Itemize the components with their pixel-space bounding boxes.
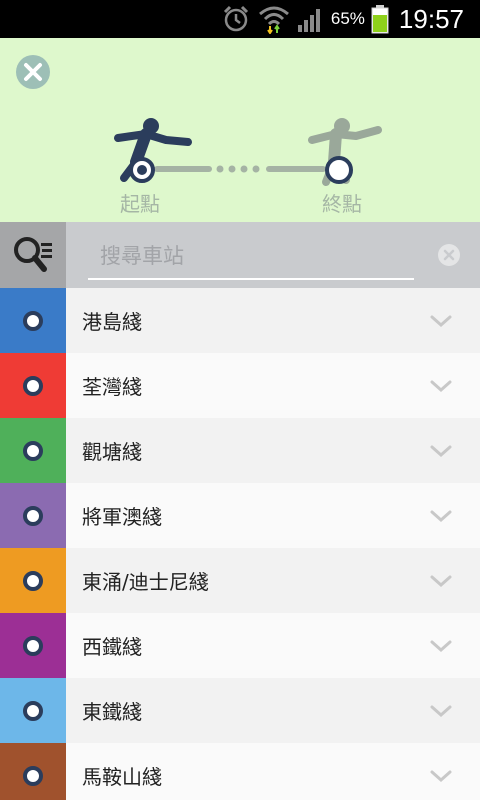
alarm-icon — [223, 5, 248, 32]
battery-icon — [371, 5, 389, 34]
line-color-swatch — [0, 743, 66, 800]
line-name: 西鐵綫 — [82, 635, 142, 659]
line-name: 馬鞍山綫 — [82, 765, 162, 789]
line-name: 將軍澳綫 — [82, 505, 162, 529]
line-dot-icon — [23, 375, 43, 396]
chevron-down-icon[interactable] — [429, 443, 453, 459]
line-name: 荃灣綫 — [82, 375, 142, 399]
start-marker-icon[interactable] — [128, 156, 156, 184]
line-name: 東鐵綫 — [82, 700, 142, 724]
line-dot-icon — [23, 700, 43, 721]
line-color-swatch — [0, 288, 66, 353]
line-color-swatch — [0, 483, 66, 548]
chevron-down-icon[interactable] — [429, 768, 453, 784]
line-dot-icon — [23, 765, 43, 786]
line-color-swatch — [0, 353, 66, 418]
line-color-swatch — [0, 678, 66, 743]
line-list: 港島綫荃灣綫觀塘綫將軍澳綫東涌/迪士尼綫 西鐵綫東鐵綫馬鞍山綫 — [0, 288, 480, 800]
line-item[interactable]: 東涌/迪士尼綫 — [0, 548, 480, 613]
chevron-down-icon[interactable] — [429, 703, 453, 719]
search-icon — [14, 237, 52, 272]
signal-icon — [297, 9, 320, 32]
line-dot-icon — [23, 635, 43, 656]
line-dot-icon — [23, 440, 43, 461]
end-marker-icon[interactable] — [324, 155, 354, 185]
line-name: 港島綫 — [82, 310, 142, 334]
line-dot-icon — [23, 505, 43, 526]
line-color-swatch — [0, 418, 66, 483]
chevron-down-icon[interactable] — [429, 313, 453, 329]
clear-search-icon[interactable] — [437, 243, 461, 267]
line-item[interactable]: 西鐵綫 — [0, 613, 480, 678]
line-item[interactable]: 觀塘綫 — [0, 418, 480, 483]
start-label: 起點 — [120, 192, 160, 216]
line-item[interactable]: 馬鞍山綫 — [0, 743, 480, 800]
chevron-down-icon[interactable] — [429, 378, 453, 394]
wifi-icon — [258, 6, 289, 34]
chevron-down-icon[interactable] — [429, 573, 453, 589]
line-dot-icon — [23, 570, 43, 591]
clock-time: 19:57 — [398, 3, 464, 34]
end-label: 終點 — [322, 192, 362, 216]
battery-percent: 65% — [330, 9, 365, 28]
search-bar — [0, 222, 480, 288]
line-item[interactable]: 港島綫 — [0, 288, 480, 353]
status-icons: 65% 19:57 — [221, 0, 480, 38]
route-panel: 起點 終點 — [0, 38, 480, 222]
station-search-input[interactable] — [88, 234, 414, 280]
search-button[interactable] — [0, 222, 66, 288]
line-name: 東涌/迪士尼綫 — [82, 570, 209, 594]
line-color-swatch — [0, 548, 66, 613]
chevron-down-icon[interactable] — [429, 638, 453, 654]
line-name: 觀塘綫 — [82, 440, 142, 464]
line-dot-icon — [23, 310, 43, 331]
line-item[interactable]: 荃灣綫 — [0, 353, 480, 418]
line-item[interactable]: 將軍澳綫 — [0, 483, 480, 548]
chevron-down-icon[interactable] — [429, 508, 453, 524]
status-bar: 65% 19:57 — [0, 0, 480, 38]
line-item[interactable]: 東鐵綫 — [0, 678, 480, 743]
route-track — [154, 165, 326, 173]
line-color-swatch — [0, 613, 66, 678]
